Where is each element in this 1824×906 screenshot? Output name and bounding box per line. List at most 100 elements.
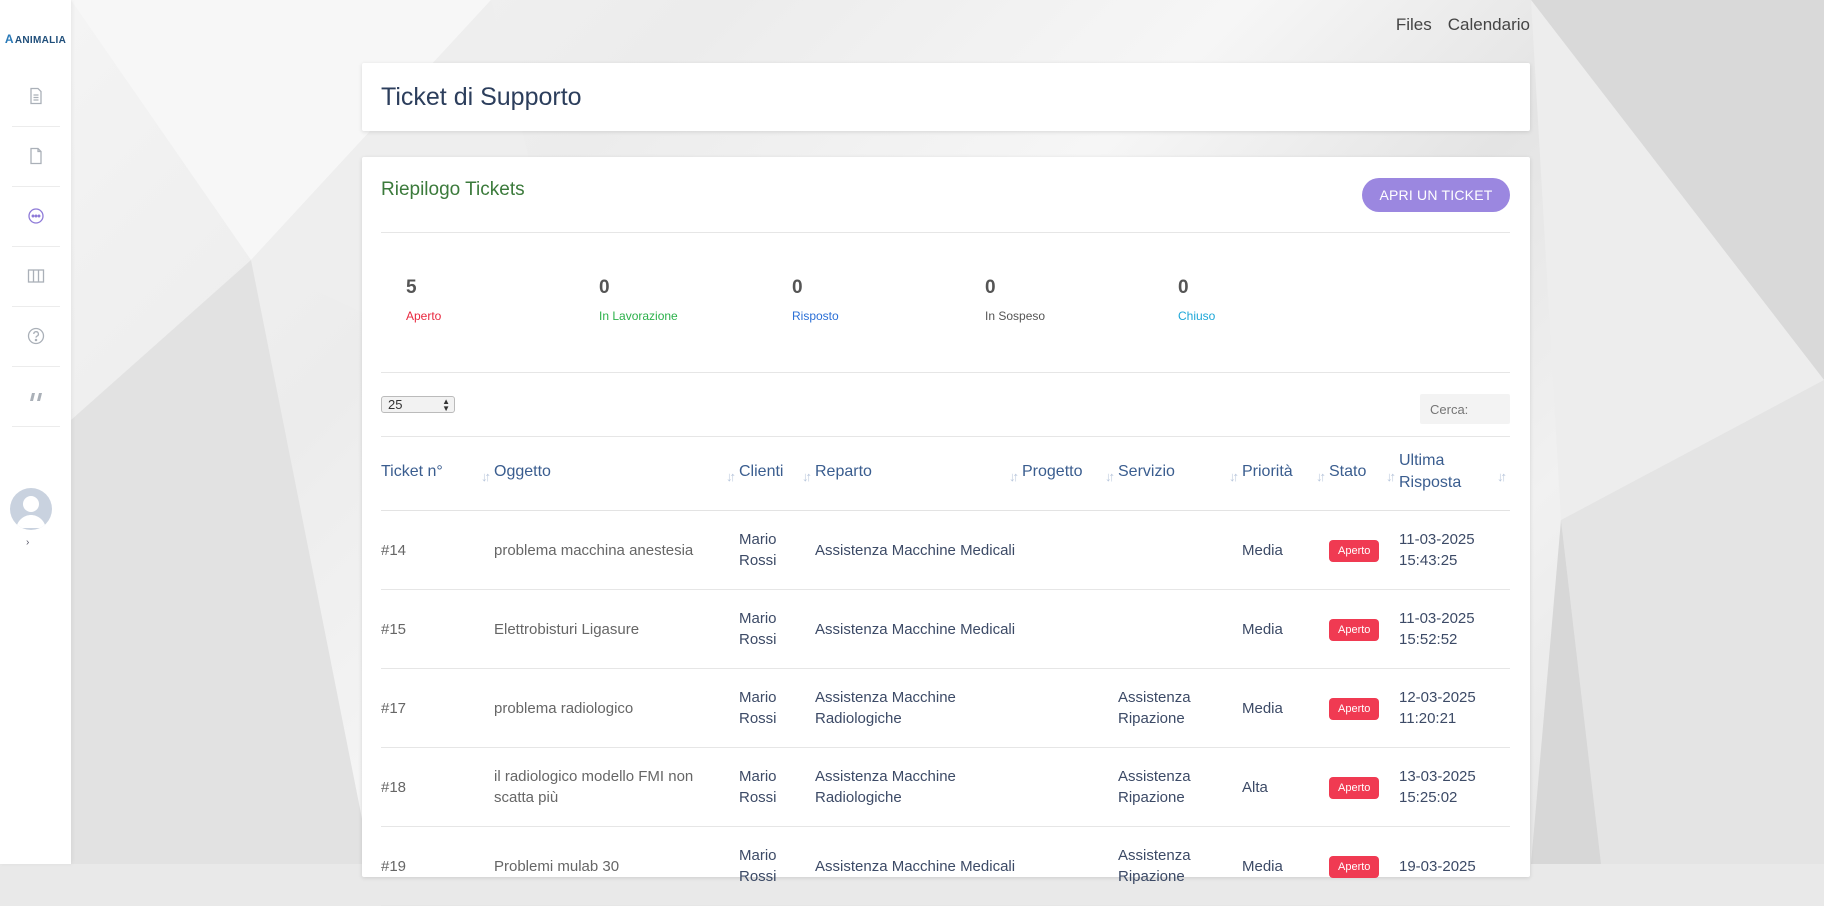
table-row[interactable]: #18 il radiologico modello FMI non scatt…: [381, 747, 1510, 827]
ticket-client: Mario Rossi: [739, 589, 815, 669]
sort-icon: ↓↑: [1009, 469, 1019, 484]
sidebar-item-quotes[interactable]: [12, 366, 60, 427]
avatar[interactable]: [10, 488, 52, 530]
column-header-clients[interactable]: Clienti ↓↑: [739, 434, 815, 511]
sort-icon: ↓↑: [1386, 469, 1396, 484]
tickets-table: Ticket n° ↓↑ Oggetto ↓↑ Clienti ↓↑ Reparto ↓…: [381, 434, 1510, 906]
help-icon: [27, 327, 45, 345]
stat-value: 5: [406, 277, 417, 298]
ticket-status: Aperto: [1329, 826, 1399, 906]
status-badge: Aperto: [1329, 697, 1380, 720]
ticket-last-reply: 19-03-2025: [1399, 826, 1510, 906]
stat-label: In Lavorazione: [599, 309, 678, 323]
ticket-status: Aperto: [1329, 510, 1399, 590]
ticket-id[interactable]: #19: [381, 826, 494, 906]
calendar-link[interactable]: Calendario: [1448, 15, 1530, 35]
column-header-ticket[interactable]: Ticket n° ↓↑: [381, 434, 494, 511]
stat-label: Chiuso: [1178, 309, 1216, 323]
ticket-priority: Media: [1242, 668, 1329, 748]
column-header-project[interactable]: Progetto ↓↑: [1022, 434, 1118, 511]
ticket-subject[interactable]: il radiologico modello FMI non scatta pi…: [494, 747, 739, 827]
sort-icon: ↓↑: [1105, 469, 1115, 484]
table-row[interactable]: #15 Elettrobisturi Ligasure Mario Rossi …: [381, 589, 1510, 669]
ticket-id[interactable]: #18: [381, 747, 494, 827]
ticket-project: [1022, 747, 1118, 827]
ticket-department: Assistenza Macchine Radiologiche: [815, 668, 1022, 748]
stat-label: Aperto: [406, 309, 442, 323]
files-link[interactable]: Files: [1396, 15, 1432, 35]
table-row[interactable]: #19 Problemi mulab 30 Mario Rossi Assist…: [381, 826, 1510, 906]
sort-icon: ↓↑: [726, 469, 736, 484]
column-header-status[interactable]: Stato ↓↑: [1329, 434, 1399, 511]
sort-icon: ↓↑: [802, 469, 812, 484]
stat-closed[interactable]: 0 Chiuso: [1178, 277, 1358, 323]
ticket-id[interactable]: #17: [381, 668, 494, 748]
sidebar-item-help[interactable]: [12, 306, 60, 367]
ticket-subject[interactable]: Problemi mulab 30: [494, 826, 739, 906]
top-navigation: Files Calendario: [1396, 15, 1530, 35]
ticket-project: [1022, 826, 1118, 906]
ticket-service: Assistenza Ripazione: [1118, 668, 1242, 748]
page-length-value: 25: [388, 397, 403, 412]
stat-in-progress[interactable]: 0 In Lavorazione: [599, 277, 779, 323]
column-header-priority[interactable]: Priorità ↓↑: [1242, 434, 1329, 511]
table-row[interactable]: #14 problema macchina anestesia Mario Ro…: [381, 510, 1510, 590]
ticket-id[interactable]: #15: [381, 589, 494, 669]
sidebar: AANIMALIA ›: [0, 0, 71, 864]
ticket-priority: Media: [1242, 826, 1329, 906]
ticket-subject[interactable]: problema macchina anestesia: [494, 510, 739, 590]
page-title-card: Ticket di Supporto: [362, 63, 1530, 131]
columns-icon: [27, 269, 45, 283]
ticket-client: Mario Rossi: [739, 510, 815, 590]
ticket-status: Aperto: [1329, 747, 1399, 827]
sidebar-item-files[interactable]: [12, 126, 60, 187]
ticket-subject[interactable]: Elettrobisturi Ligasure: [494, 589, 739, 669]
open-ticket-button[interactable]: APRI UN TICKET: [1362, 178, 1510, 212]
ticket-priority: Media: [1242, 589, 1329, 669]
brand-mark: A: [4, 32, 14, 46]
ticket-service: Assistenza Ripazione: [1118, 826, 1242, 906]
expand-sidebar-icon[interactable]: ›: [26, 537, 29, 548]
ticket-status: Aperto: [1329, 668, 1399, 748]
page-title: Ticket di Supporto: [381, 83, 582, 111]
ticket-service: [1118, 510, 1242, 590]
stat-answered[interactable]: 0 Risposto: [792, 277, 972, 323]
ticket-project: [1022, 589, 1118, 669]
ticket-project: [1022, 668, 1118, 748]
sidebar-item-support[interactable]: [12, 186, 60, 247]
brand-logo[interactable]: AANIMALIA: [0, 32, 71, 46]
column-header-service[interactable]: Servizio ↓↑: [1118, 434, 1242, 511]
search-input[interactable]: [1420, 394, 1510, 424]
stat-value: 0: [985, 277, 996, 298]
ticket-client: Mario Rossi: [739, 747, 815, 827]
status-badge: Aperto: [1329, 618, 1380, 641]
ticket-priority: Alta: [1242, 747, 1329, 827]
ticket-last-reply: 11-03-2025 15:43:25: [1399, 510, 1510, 590]
ticket-subject[interactable]: problema radiologico: [494, 668, 739, 748]
ticket-department: Assistenza Macchine Radiologiche: [815, 747, 1022, 827]
stat-on-hold[interactable]: 0 In Sospeso: [985, 277, 1165, 323]
status-badge: Aperto: [1329, 539, 1380, 562]
ticket-project: [1022, 510, 1118, 590]
ticket-last-reply: 13-03-2025 15:25:02: [1399, 747, 1510, 827]
column-header-last-reply[interactable]: Ultima Risposta ↓↑: [1399, 434, 1510, 511]
ticket-department: Assistenza Macchine Medicali: [815, 510, 1022, 590]
ticket-client: Mario Rossi: [739, 826, 815, 906]
table-row[interactable]: #17 problema radiologico Mario Rossi Ass…: [381, 668, 1510, 748]
ticket-priority: Media: [1242, 510, 1329, 590]
ticket-service: Assistenza Ripazione: [1118, 747, 1242, 827]
sidebar-item-projects[interactable]: [12, 246, 60, 307]
select-arrows-icon: ▲ ▼: [442, 397, 450, 413]
sidebar-item-documents[interactable]: [12, 66, 60, 127]
ticket-status: Aperto: [1329, 589, 1399, 669]
stat-value: 0: [1178, 277, 1189, 298]
ticket-client: Mario Rossi: [739, 668, 815, 748]
column-header-department[interactable]: Reparto ↓↑: [815, 434, 1022, 511]
column-header-subject[interactable]: Oggetto ↓↑: [494, 434, 739, 511]
ticket-id[interactable]: #14: [381, 510, 494, 590]
divider: [381, 372, 1510, 373]
sort-icon: ↓↑: [1316, 469, 1326, 484]
stat-open[interactable]: 5 Aperto: [406, 277, 586, 323]
divider: [381, 232, 1510, 233]
page-length-select[interactable]: 25 ▲ ▼: [381, 396, 455, 413]
